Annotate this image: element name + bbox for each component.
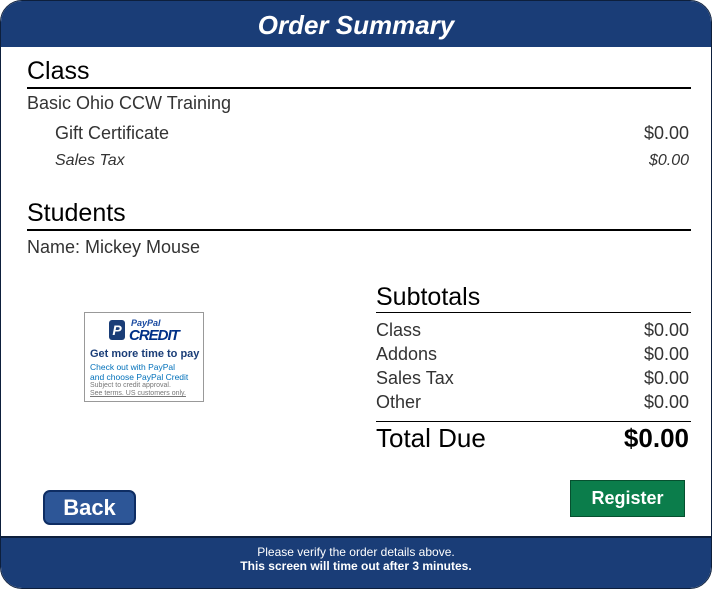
total-due-label: Total Due [376,423,486,453]
subtotal-addons-label: Addons [376,344,438,364]
student-name: Name: Mickey Mouse [27,237,201,257]
subtotal-other-label: Other [376,392,422,412]
paypal-line-2: and choose PayPal Credit [90,372,189,382]
class-sales-tax-value: $0.00 [648,152,689,169]
class-sales-tax-label: Sales Tax [55,152,125,169]
footer-timeout-text: This screen will time out after 3 minute… [240,559,472,573]
paypal-credit-banner[interactable]: P PayPal CREDIT Get more time to pay Che… [84,312,204,402]
back-button[interactable]: Back [43,490,136,525]
subtotals-title: Subtotals [376,283,691,313]
total-divider [376,421,691,422]
subtotal-class-label: Class [376,320,422,340]
subtotal-sales-tax-label: Sales Tax [376,368,454,388]
footer-verify-text: Please verify the order details above. [257,545,455,559]
footer-bar: Please verify the order details above. T… [1,536,711,588]
subtotal-class-value: $0.00 [643,320,689,340]
paypal-terms-link[interactable]: See terms. US customers only. [90,390,186,397]
subtotal-other-value: $0.00 [643,392,689,412]
students-section-title: Students [27,198,691,231]
gift-certificate-label: Gift Certificate [55,123,170,143]
paypal-credit-wordmark: CREDIT [129,327,180,344]
subtotal-addons-value: $0.00 [643,344,689,364]
paypal-headline: Get more time to pay [90,348,200,360]
paypal-line-1: Check out with PayPal [90,362,176,372]
class-name: Basic Ohio CCW Training [27,93,232,113]
order-summary-panel: Order Summary Class Basic Ohio CCW Train… [0,0,712,589]
paypal-logo-icon: P [109,320,125,340]
gift-certificate-value: $0.00 [643,123,689,143]
class-section-title: Class [27,56,691,89]
total-due-value: $0.00 [623,423,689,453]
paypal-fine-print-1: Subject to credit approval. [90,382,171,389]
subtotal-sales-tax-value: $0.00 [643,368,689,388]
header-bar: Order Summary [1,1,711,47]
page-title: Order Summary [257,10,455,40]
register-button[interactable]: Register [570,480,685,517]
